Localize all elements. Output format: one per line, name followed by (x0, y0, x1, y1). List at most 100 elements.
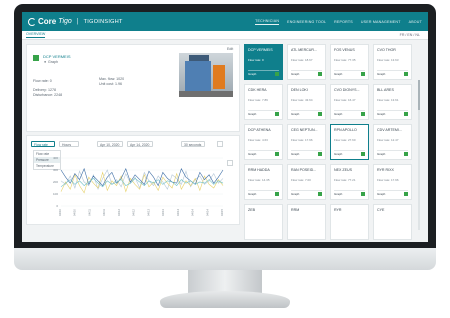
device-card-graph-link: Graph (248, 192, 257, 196)
device-card[interactable]: RYR RIXX Flow rate: 17.96 Graph (373, 164, 412, 200)
device-card[interactable]: DCP VERMEIS Flow rate: 0 Graph (244, 44, 283, 80)
edit-link[interactable]: Edit (227, 47, 233, 51)
x-tick-label: 04/11 (102, 209, 106, 216)
language-switcher[interactable]: FR / EN / NL (400, 33, 420, 37)
device-card[interactable]: CYE (373, 204, 412, 240)
device-card[interactable]: DEN LOKI Flow rate: 43.64 Graph (287, 84, 326, 120)
status-indicator-icon (275, 72, 279, 76)
device-card[interactable]: RPN APOLLO Flow rate: 27.60 Graph (330, 124, 369, 160)
x-tick-label: 04/10 (58, 209, 62, 216)
device-card[interactable]: RRM HADDA Flow rate: 14.35 Graph (244, 164, 283, 200)
x-tick-label: 04/15 (220, 209, 224, 216)
status-indicator-icon (275, 112, 279, 116)
card-divider (377, 150, 408, 151)
x-tick-label: 04/13 (161, 209, 165, 216)
device-card-name: ZEB (248, 208, 255, 212)
x-tick-label: 04/13 (146, 209, 150, 216)
card-divider (334, 150, 365, 151)
device-detail-panel: DCP VERMEIS Graph ● Flow rate: 0 Deliver… (26, 44, 240, 132)
device-card-name: BLL ARES (377, 88, 394, 92)
device-card-graph-link: Graph (334, 112, 343, 116)
brand-suffix: Tigo (58, 18, 72, 25)
device-card-name: NEX ZEUS (334, 168, 352, 172)
device-card[interactable]: CVO DIONYS... Flow rate: 16.47 Graph (330, 84, 369, 120)
device-card-graph-link: Graph (334, 72, 343, 76)
device-card-name: CYE (377, 208, 385, 212)
y-tick-label: 300 (53, 168, 58, 172)
y-tick-label: 200 (53, 180, 58, 184)
app-logo[interactable]: Core Tigo (28, 17, 72, 26)
device-card[interactable]: DCP ATHENA Flow rate: 4.63 Graph (244, 124, 283, 160)
device-card-flow-rate: Flow rate: 14.35 (248, 178, 270, 182)
brand-name: Core (38, 17, 57, 26)
device-card-name: CDK HERA (248, 88, 267, 92)
device-card[interactable]: RYR (330, 204, 369, 240)
device-card-graph-link: Graph (334, 152, 343, 156)
device-card-flow-rate: Flow rate: 7.00 (291, 178, 311, 182)
card-divider (291, 110, 322, 111)
card-divider (334, 110, 365, 111)
app-header: Core Tigo | TIGOINSIGHT TECHNICIAN ENGIN… (22, 12, 428, 31)
card-divider (291, 70, 322, 71)
device-card-name: DEN LOKI (291, 88, 308, 92)
device-card[interactable]: BLL ARES Flow rate: 13.61 Graph (373, 84, 412, 120)
device-card[interactable]: ATL MERCUR... Flow rate: 18.67 Graph (287, 44, 326, 80)
device-card[interactable]: CVO THOR Flow rate: 13.63 Graph (373, 44, 412, 80)
card-divider (334, 70, 365, 71)
device-card-name: DCP ATHENA (248, 128, 271, 132)
nav-technician[interactable]: TECHNICIAN (255, 19, 280, 25)
device-card-name: CEG NEPTUN... (291, 128, 318, 132)
card-divider (291, 150, 322, 151)
x-tick-label: 04/11 (87, 209, 91, 216)
device-card-name: RYR RIXX (377, 168, 394, 172)
device-card-graph-link: Graph (334, 192, 343, 196)
nav-user-management[interactable]: USER MANAGEMENT (361, 20, 401, 24)
nav-engineering-tool[interactable]: ENGINEERING TOOL (287, 20, 326, 24)
device-card-graph-link: Graph (377, 152, 386, 156)
device-card-graph-link: Graph (248, 72, 257, 76)
device-card-name: CVO THOR (377, 48, 396, 52)
device-card-flow-rate: Flow rate: 12.47 (377, 138, 399, 142)
device-card[interactable]: RAN POSEID... Flow rate: 7.00 Graph (287, 164, 326, 200)
device-card-flow-rate: Flow rate: 7.89 (248, 98, 268, 102)
device-card[interactable]: NEX ZEUS Flow rate: 77.21 Graph (330, 164, 369, 200)
chart-settings-icon[interactable] (227, 160, 233, 166)
device-card-flow-rate: Flow rate: 77.35 (334, 58, 356, 62)
device-card-name: RAN POSEID... (291, 168, 317, 172)
device-card[interactable]: FOS VENUS Flow rate: 77.35 Graph (330, 44, 369, 80)
device-card[interactable]: CEG NEPTUN... Flow rate: 17.96 Graph (287, 124, 326, 160)
card-divider (377, 110, 408, 111)
device-card-name: FOS VENUS (334, 48, 355, 52)
main-nav: TECHNICIAN ENGINEERING TOOL REPORTS USER… (255, 12, 422, 31)
y-tick-label: 400 (53, 156, 58, 160)
device-card-flow-rate: Flow rate: 17.96 (377, 178, 399, 182)
product-name: TIGOINSIGHT (83, 18, 123, 25)
status-indicator-icon (275, 192, 279, 196)
card-divider (377, 190, 408, 191)
device-name-link[interactable]: DCP VERMEIS (43, 54, 71, 59)
nav-about[interactable]: ABOUT (409, 20, 422, 24)
tab-overview[interactable]: OVERVIEW (26, 32, 46, 38)
device-card-graph-link: Graph (291, 72, 300, 76)
device-card[interactable]: CDV ARTEMI... Flow rate: 12.47 Graph (373, 124, 412, 160)
field-max-flow: Max. flow: 1020 (99, 77, 125, 81)
monitor-stand-base (160, 291, 290, 308)
device-card-flow-rate: Flow rate: 27.60 (334, 138, 356, 142)
status-indicator-icon (404, 192, 408, 196)
device-card-graph-link: Graph (291, 152, 300, 156)
card-divider (248, 110, 279, 111)
device-card-graph-link: Graph (291, 192, 300, 196)
status-indicator-icon (361, 72, 365, 76)
device-card[interactable]: ZEB (244, 204, 283, 240)
status-indicator-icon (404, 152, 408, 156)
field-unit-cost: Unit cost: 1.96 (99, 82, 122, 86)
device-status: Graph (48, 60, 58, 64)
status-indicator-icon (318, 152, 322, 156)
card-grid-scrollbar[interactable] (418, 80, 420, 230)
monitor-chin (14, 248, 436, 270)
line-chart: 400300200100004/10 04/10 04/11 04/11 04/12 04… (53, 156, 224, 216)
device-card[interactable]: CDK HERA Flow rate: 7.89 Graph (244, 84, 283, 120)
nav-reports[interactable]: REPORTS (334, 20, 353, 24)
device-card[interactable]: RRM (287, 204, 326, 240)
device-card-graph-link: Graph (377, 192, 386, 196)
